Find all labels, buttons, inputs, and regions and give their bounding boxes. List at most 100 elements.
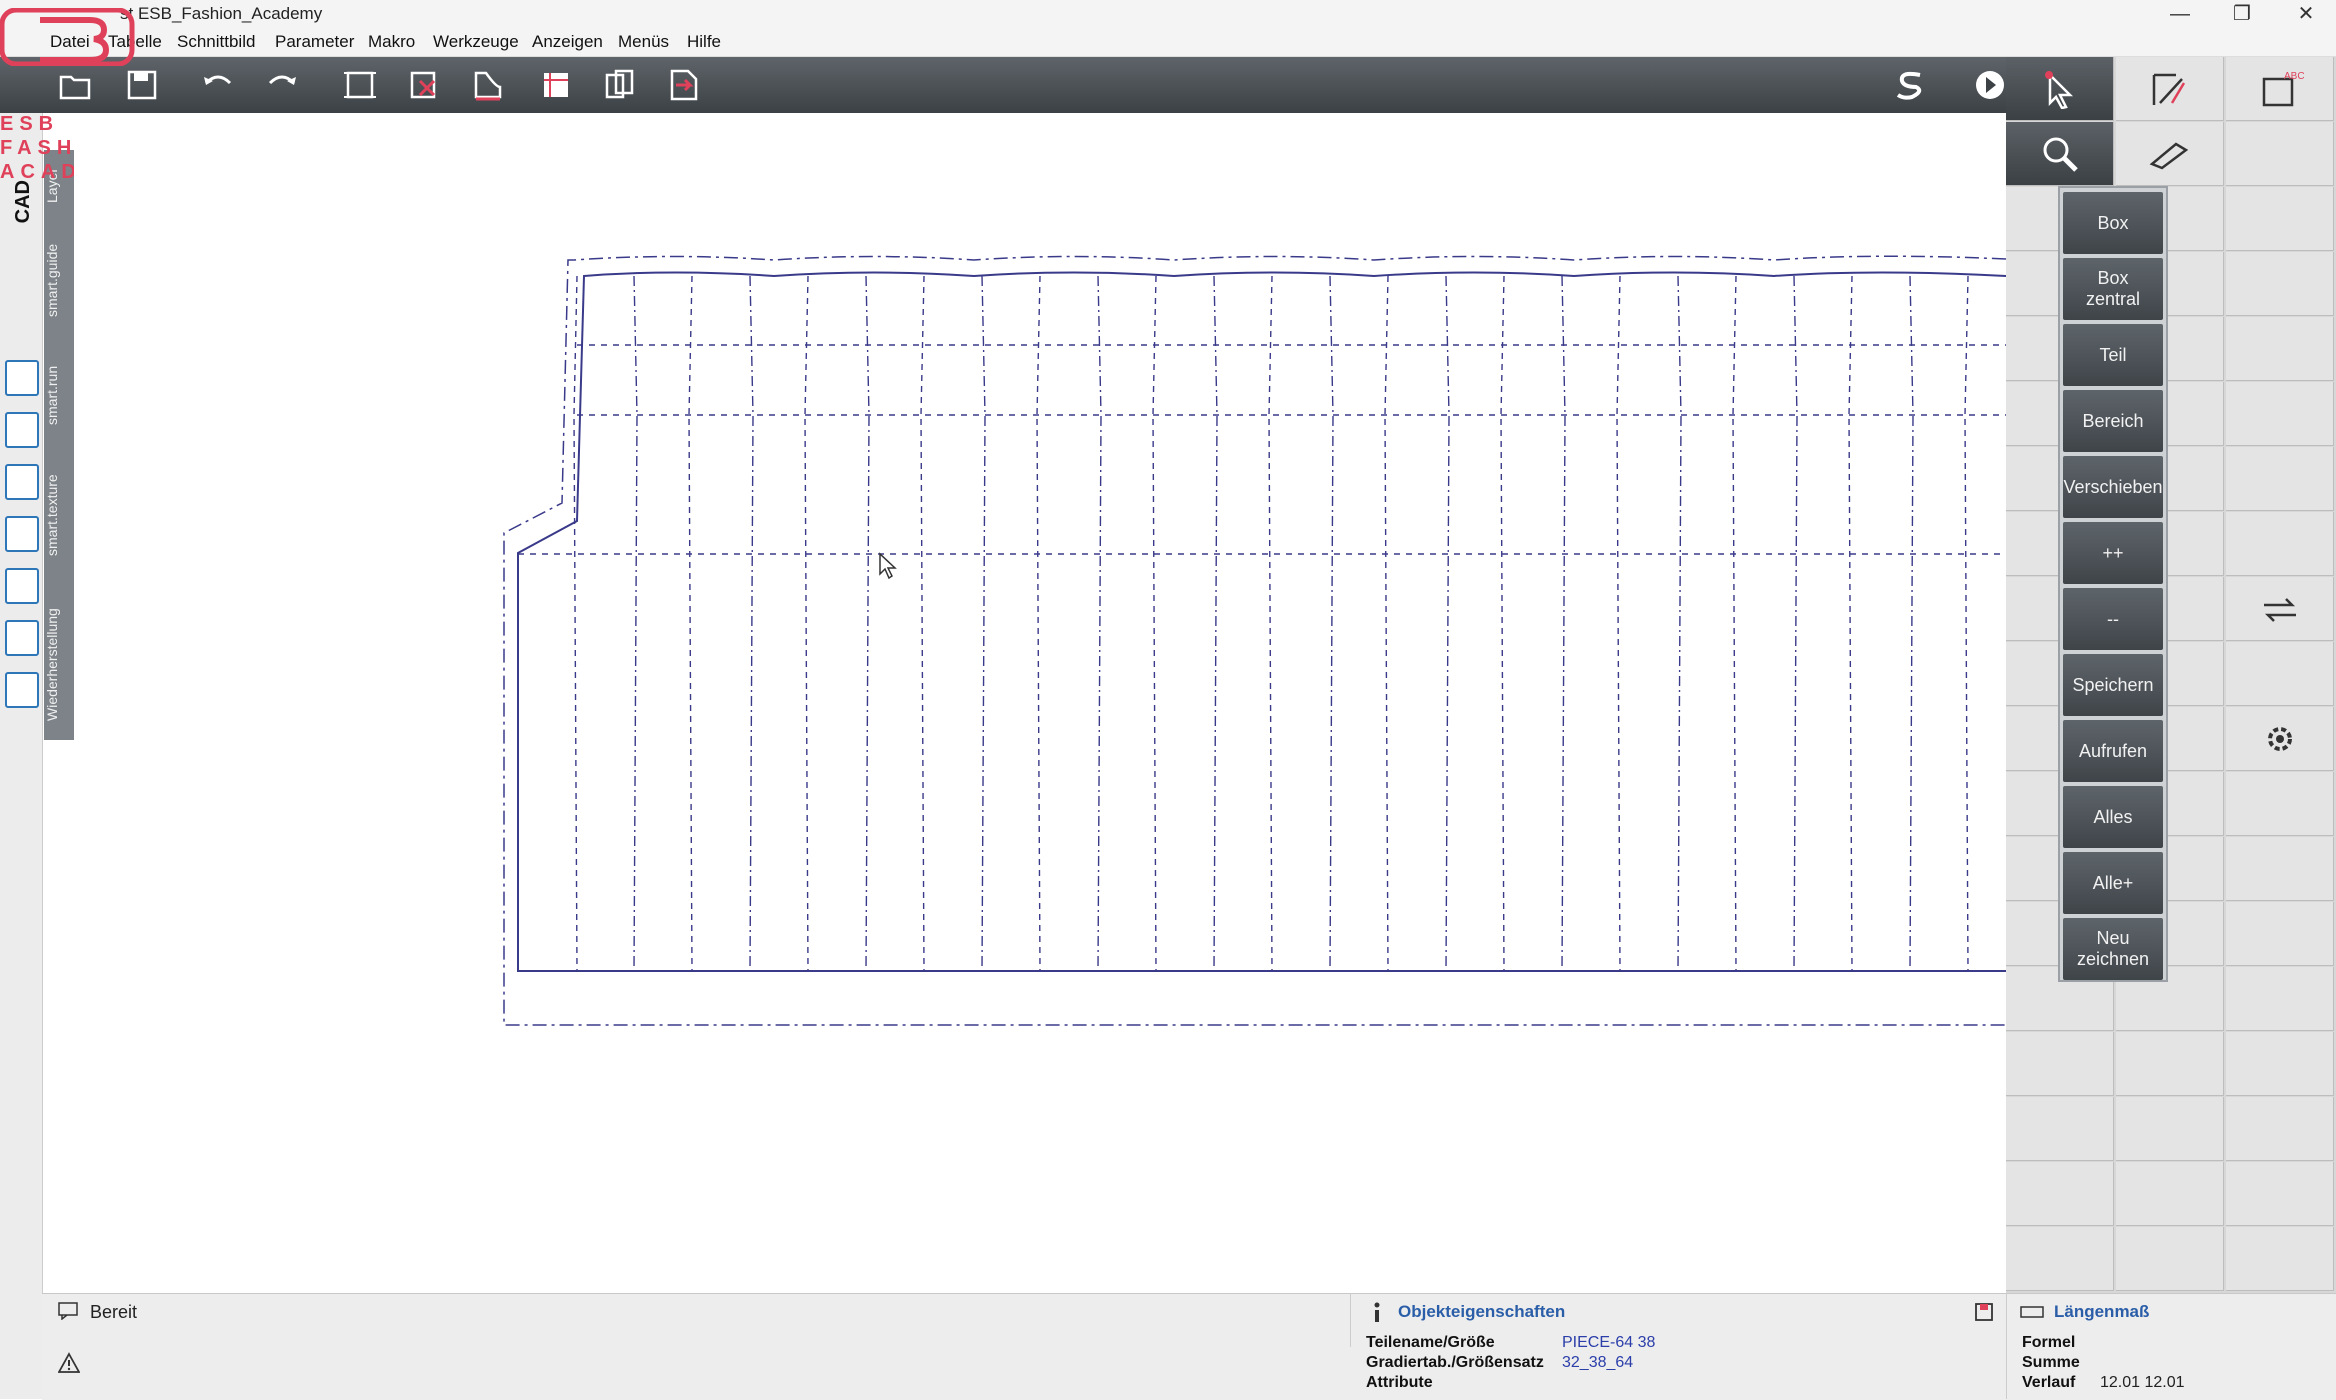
title-bar: st ESB_Fashion_Academy — ❐ ✕ — [0, 0, 2336, 28]
zoom-area-item[interactable]: Bereich — [2063, 390, 2163, 452]
tool-button[interactable] — [2226, 642, 2334, 706]
tab-smart-guide[interactable]: smart.guide — [44, 230, 74, 330]
menu-anzeigen[interactable]: Anzeigen — [532, 32, 603, 52]
minimize-button[interactable]: — — [2150, 0, 2210, 28]
svg-text:ABC: ABC — [2284, 71, 2304, 82]
tool-button[interactable] — [2226, 382, 2334, 446]
pattern-grade-line — [688, 275, 693, 972]
zoom-box-item[interactable]: Box — [2063, 192, 2163, 254]
mouse-cursor-icon — [879, 552, 897, 580]
pattern-grade-line — [1793, 275, 1798, 972]
tab-wiederherstellung[interactable]: Wiederherstellung — [44, 590, 74, 740]
piece-shape-icon[interactable] — [468, 65, 508, 105]
open-folder-icon[interactable] — [56, 65, 96, 105]
pen-tool-icon — [2146, 69, 2194, 109]
tool-button[interactable] — [2116, 1162, 2224, 1226]
pattern-grade-line — [1500, 275, 1505, 972]
piece-outline — [517, 271, 2007, 972]
formula-label: Formel — [2022, 1334, 2076, 1351]
tool-button[interactable] — [2226, 447, 2334, 511]
tool-button[interactable] — [2226, 317, 2334, 381]
tool-button[interactable] — [2226, 1162, 2334, 1226]
menu-hilfe[interactable]: Hilfe — [687, 32, 721, 52]
esb-logo-icon — [0, 8, 135, 66]
menu-makro[interactable]: Makro — [368, 32, 415, 52]
pattern-grade-line — [1561, 275, 1566, 972]
grading-table-label: Gradiertab./Größensatz — [1366, 1354, 1544, 1371]
redo-icon[interactable] — [262, 65, 302, 105]
tool-button[interactable] — [2116, 1032, 2224, 1096]
undo-icon[interactable] — [198, 65, 238, 105]
globe-tool-icon[interactable] — [5, 620, 39, 656]
zoom-all-plus-item[interactable]: Alle+ — [2063, 852, 2163, 914]
export-tool-icon[interactable] — [5, 516, 39, 552]
left-vertical-tabs: Layer smart.guide smart.run smart.textur… — [44, 150, 74, 740]
tool-button[interactable] — [2006, 1097, 2114, 1161]
history-value: 12.01 12.01 — [2100, 1374, 2185, 1391]
tool-button[interactable] — [2226, 902, 2334, 966]
zoom-magnifier-icon — [2036, 134, 2084, 174]
tool-button[interactable] — [2226, 967, 2334, 1031]
redraw-item[interactable]: Neu zeichnen — [2063, 918, 2163, 980]
print-tool-icon[interactable] — [5, 672, 39, 708]
tool-button[interactable] — [2226, 772, 2334, 836]
main-toolbar — [0, 57, 2006, 113]
menu-schnittbild[interactable]: Schnittbild — [177, 32, 255, 52]
zoom-piece-item[interactable]: Teil — [2063, 324, 2163, 386]
frame-tool-icon[interactable] — [5, 464, 39, 500]
pattern-grade-line — [1616, 275, 1621, 972]
tab-smart-texture[interactable]: smart.texture — [44, 455, 74, 575]
save-icon[interactable] — [122, 65, 162, 105]
message-icon — [58, 1302, 78, 1320]
tool-button[interactable] — [2226, 122, 2334, 186]
zoom-popup-menu: Box Box zentral Teil Bereich Verschieben… — [2058, 186, 2168, 982]
tool-button[interactable] — [2116, 1097, 2224, 1161]
calculator-tool-icon[interactable] — [5, 412, 39, 448]
zoom-pan-item[interactable]: Verschieben — [2063, 456, 2163, 518]
draw-line-tool-icon[interactable] — [5, 360, 39, 396]
export-icon[interactable] — [664, 65, 704, 105]
zoom-recall-item[interactable]: Aufrufen — [2063, 720, 2163, 782]
object-properties-title: Objekteigenschaften — [1398, 1302, 1566, 1321]
restore-button[interactable]: ❐ — [2212, 0, 2272, 28]
copy-icon[interactable] — [600, 65, 640, 105]
tool-button[interactable] — [2116, 1227, 2224, 1291]
tool-button[interactable] — [2006, 1162, 2114, 1226]
tool-button[interactable] — [2226, 1032, 2334, 1096]
pattern-grade-line — [1964, 275, 1969, 972]
zoom-save-item[interactable]: Speichern — [2063, 654, 2163, 716]
menu-werkzeuge[interactable]: Werkzeuge — [433, 32, 519, 52]
pattern-drawing — [503, 255, 2007, 1026]
left-sidebar — [0, 113, 43, 1399]
tool-button[interactable] — [2226, 837, 2334, 901]
tab-smart-run[interactable]: smart.run — [44, 350, 74, 440]
pattern-grade-line — [1097, 275, 1102, 972]
zoom-all-item[interactable]: Alles — [2063, 786, 2163, 848]
tool-button[interactable] — [2006, 1227, 2114, 1291]
table-icon[interactable] — [536, 65, 576, 105]
close-button[interactable]: ✕ — [2276, 0, 2336, 28]
pattern-grade-line — [1909, 275, 1914, 972]
tool-button[interactable] — [2226, 1227, 2334, 1291]
tool-button[interactable] — [2226, 252, 2334, 316]
tool-button[interactable] — [2226, 1097, 2334, 1161]
pattern-grade-line — [749, 275, 754, 972]
pattern-grade-line — [1384, 275, 1389, 972]
delete-piece-icon[interactable] — [404, 65, 444, 105]
play-circle-icon[interactable] — [1970, 65, 2010, 105]
frame-icon[interactable] — [340, 65, 380, 105]
zoom-in-item[interactable]: ++ — [2063, 522, 2163, 584]
drawing-canvas[interactable] — [74, 113, 2007, 1293]
pattern-grade-line — [865, 275, 870, 972]
zoom-out-item[interactable]: -- — [2063, 588, 2163, 650]
tool-button[interactable] — [2226, 512, 2334, 576]
menu-menues[interactable]: Menüs — [618, 32, 669, 52]
pattern-grade-line — [1268, 275, 1273, 972]
edit-tool-icon[interactable] — [5, 568, 39, 604]
tool-button[interactable] — [2226, 187, 2334, 251]
tool-button[interactable] — [2006, 1032, 2114, 1096]
menu-parameter[interactable]: Parameter — [275, 32, 354, 52]
save-properties-icon[interactable] — [1974, 1302, 1994, 1322]
zoom-box-central-item[interactable]: Box zentral — [2063, 258, 2163, 320]
pattern-grade-line — [1445, 275, 1450, 972]
